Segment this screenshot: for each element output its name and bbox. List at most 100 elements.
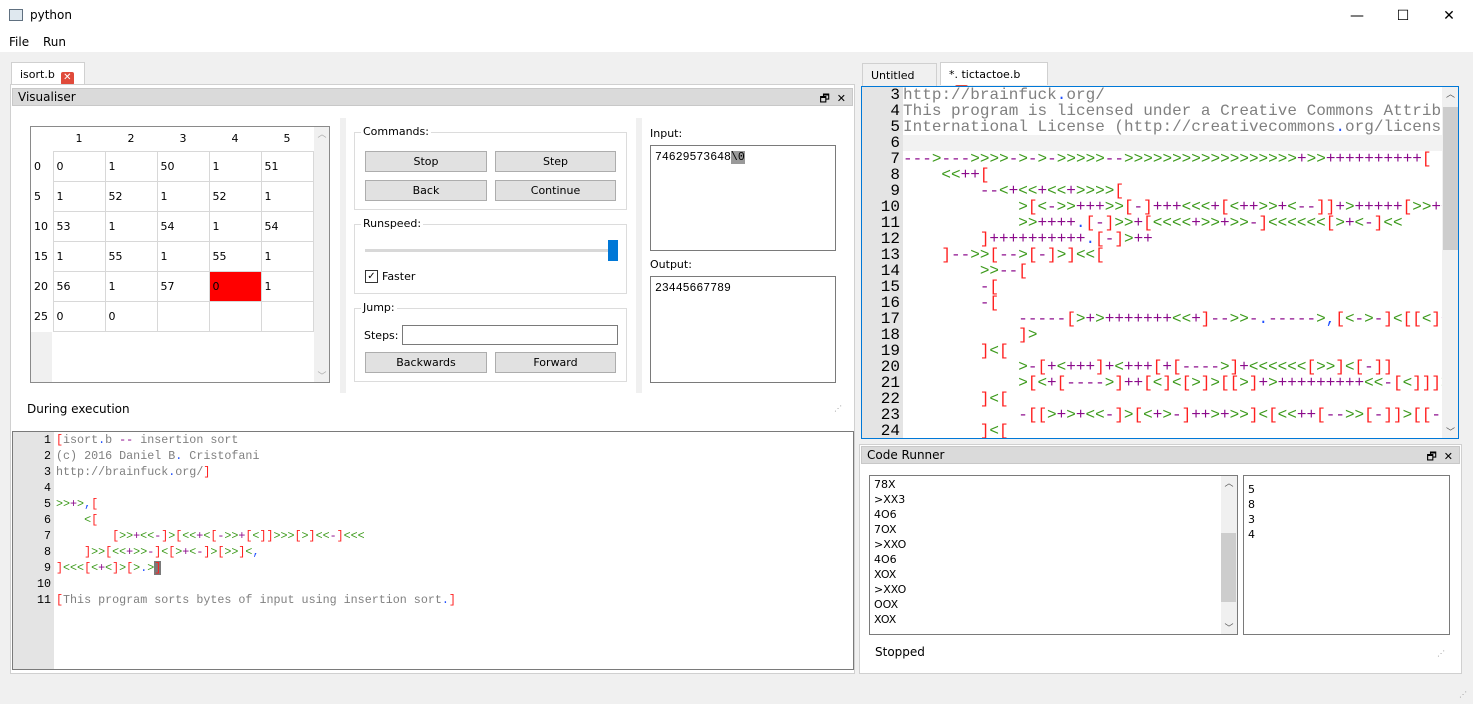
splitter[interactable] [340, 118, 346, 393]
continue-button[interactable]: Continue [495, 180, 616, 201]
memory-cell[interactable]: 1 [208, 150, 262, 182]
memory-cell[interactable]: 1 [208, 210, 262, 242]
memory-cell[interactable]: 51 [260, 150, 314, 182]
float-icon[interactable]: 🗗 [1426, 450, 1436, 463]
memory-cell[interactable]: 1 [260, 180, 314, 212]
runspeed-slider[interactable] [365, 249, 618, 252]
memory-cell[interactable]: 0 [52, 150, 106, 182]
close-icon[interactable]: ✕ [837, 92, 846, 105]
commands-group: Commands: Stop Step Back Continue [354, 125, 627, 210]
code-runner-status: Stopped [875, 645, 925, 659]
tictactoe-code-editor[interactable]: 3 4 5 6 7 8 9 10 11 12 13 14 15 16 17 18 19 20 21 22 23 24 ht… [861, 86, 1459, 439]
line-number: 15 [880, 278, 900, 296]
back-button[interactable]: Back [365, 180, 487, 201]
memory-cell[interactable]: 1 [156, 180, 210, 212]
memory-cell[interactable]: 55 [208, 240, 262, 272]
code-runner-header: Code Runner 🗗 ✕ [861, 446, 1460, 464]
backwards-button[interactable]: Backwards [365, 352, 487, 373]
line-number: 12 [880, 230, 900, 248]
memory-cell[interactable] [156, 300, 210, 332]
code-line: [isort.b -- insertion sort [56, 433, 239, 447]
line-number: 20 [880, 358, 900, 376]
code-line: This program is licensed under a Creativ… [903, 102, 1458, 120]
splitter[interactable] [636, 118, 642, 393]
code-line: ]<[ [979, 422, 1009, 439]
line-number: 11 [36, 593, 51, 607]
line-number: 5 [890, 118, 900, 136]
memory-cell[interactable]: 53 [52, 210, 106, 242]
memory-cell[interactable]: 57 [156, 270, 210, 302]
scrollbar-thumb[interactable] [1443, 107, 1458, 250]
table-scrollbar[interactable]: ︿ ﹀ [314, 127, 329, 382]
memory-table[interactable]: 1 2 3 4 5 0 0 1 50 1 51 5 1 52 1 52 1 10 53 1 54 1 54 15 1 55 1 55 1… [30, 126, 330, 383]
memory-cell[interactable]: 54 [156, 210, 210, 242]
memory-cell[interactable]: 54 [260, 210, 314, 242]
stop-button[interactable]: Stop [365, 151, 487, 172]
memory-cell[interactable]: 50 [156, 150, 210, 182]
code-line: International License (http://creativeco… [903, 118, 1458, 136]
runspeed-group: Runspeed: ✓ Faster [354, 217, 627, 294]
tab-tictactoe[interactable]: *. tictactoe.b✕ [940, 62, 1048, 98]
editor-scrollbar[interactable]: ︿ ﹀ [1442, 87, 1458, 438]
forward-button[interactable]: Forward [495, 352, 616, 373]
line-number: 17 [880, 310, 900, 328]
memory-cell[interactable]: 1 [260, 270, 314, 302]
close-button[interactable]: ✕ [1426, 0, 1472, 32]
step-button[interactable]: Step [495, 151, 616, 172]
resize-grip-icon[interactable]: ⋰ [834, 404, 842, 413]
memory-cell[interactable] [208, 300, 262, 332]
memory-cell[interactable]: 1 [156, 240, 210, 272]
input-text: 74629573648 [655, 151, 731, 164]
slider-thumb[interactable] [608, 240, 618, 261]
resize-grip-icon[interactable]: ⋰ [1437, 649, 1445, 658]
code-line: >-[+<+++]+<+++[+[---->]+<<<<<<[>>]<[-]] [1018, 358, 1393, 376]
isort-code-editor[interactable]: 1 2 3 4 5 6 7 8 9 10 11 [isort.b -- insertion sort… [12, 431, 854, 670]
memory-cell[interactable] [260, 300, 314, 332]
memory-cell[interactable]: 1 [104, 150, 158, 182]
line-number: 9 [890, 182, 900, 200]
memory-cell[interactable]: 0 [52, 300, 106, 332]
memory-cell[interactable]: 1 [260, 240, 314, 272]
code-line: [This program sorts bytes of input using… [56, 593, 456, 607]
menu-run[interactable]: Run [43, 35, 66, 49]
line-number: 4 [890, 102, 900, 120]
close-icon[interactable]: ✕ [1444, 450, 1453, 463]
memory-cell[interactable]: 55 [104, 240, 158, 272]
memory-cell[interactable]: 52 [208, 180, 262, 212]
tab-isort[interactable]: isort.b ✕ [11, 62, 85, 85]
input-highlight: \0 [730, 151, 745, 164]
output-item: 4 [1248, 528, 1255, 541]
memory-cell[interactable]: 52 [104, 180, 158, 212]
row-header: 10 [31, 211, 53, 241]
memory-cell[interactable]: 0 [208, 270, 262, 302]
menu-file[interactable]: File [9, 35, 29, 49]
steps-input[interactable] [402, 325, 618, 345]
line-number: 7 [890, 150, 900, 168]
code-line: -----[>+>+++++++<<+]-->>-.----->,[<->-]<… [1018, 310, 1458, 328]
memory-cell[interactable]: 1 [52, 240, 106, 272]
memory-cell[interactable]: 1 [52, 180, 106, 212]
table-row: 15 1 55 1 55 1 [31, 240, 314, 272]
log-scrollbar[interactable]: ︿ ﹀ [1221, 476, 1237, 634]
input-field[interactable]: 74629573648\0 [650, 145, 836, 251]
line-number: 4 [43, 481, 51, 495]
visualiser-status: During execution [27, 402, 130, 416]
float-icon[interactable]: 🗗 [819, 92, 829, 105]
code-runner-log[interactable]: 78X >XX3 4O6 7OX >XXO 4O6 XOX >XXO OOX XOX ︿ ﹀ [869, 475, 1238, 635]
line-number: 13 [880, 246, 900, 264]
minimize-button[interactable]: — [1334, 0, 1380, 32]
tab-untitled[interactable]: Untitled✕ [862, 63, 937, 99]
line-number: 5 [43, 497, 51, 511]
scrollbar-thumb[interactable] [1221, 533, 1236, 602]
faster-checkbox[interactable]: ✓ [365, 270, 378, 283]
memory-cell[interactable]: 1 [104, 210, 158, 242]
memory-cell[interactable]: 0 [104, 300, 158, 332]
code-line: >>++++.[-]>>+[<<<<+>>+>>-]<<<<<<[>+<-]<< [1018, 214, 1403, 232]
code-line: >[<->>+++>>[-]+++<<<+[<++>>+<--]]+>+++++… [1018, 198, 1458, 216]
maximize-button[interactable]: ☐ [1380, 0, 1426, 32]
line-number: 8 [890, 166, 900, 184]
window-resize-grip-icon[interactable]: ⋰ [1459, 690, 1467, 699]
memory-cell[interactable]: 56 [52, 270, 106, 302]
memory-cell[interactable]: 1 [104, 270, 158, 302]
